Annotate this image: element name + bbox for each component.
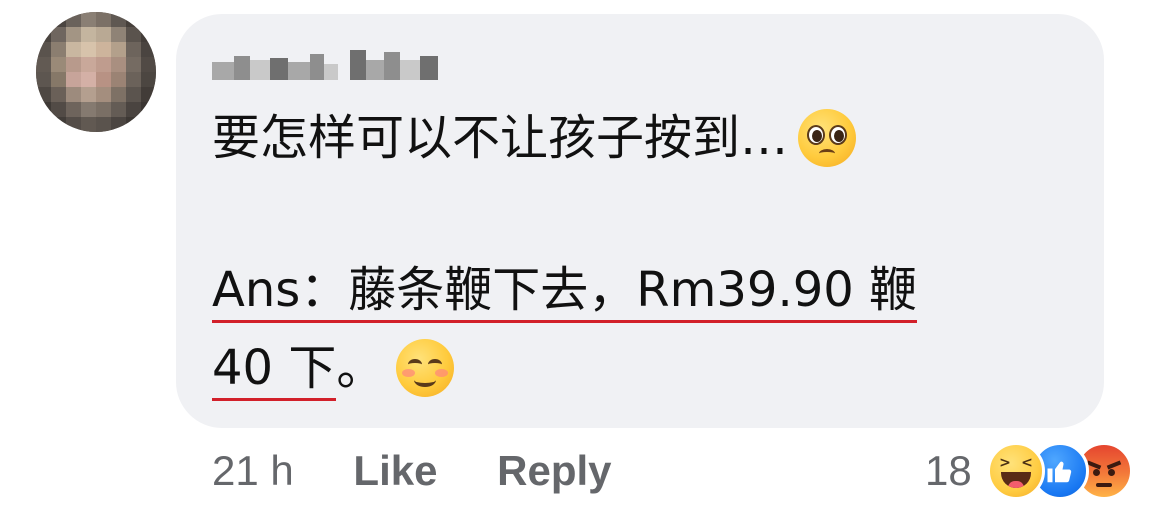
commenter-name-redacted[interactable] [212, 46, 442, 80]
haha-reaction-icon: > < [987, 442, 1045, 500]
comment-line-1: 要怎样可以不让孩子按到… [212, 108, 857, 168]
comment-question-text: 要怎样可以不让孩子按到… [212, 110, 789, 166]
reply-button[interactable]: Reply [497, 447, 611, 494]
comment-line-3: 40 下。 [212, 338, 455, 401]
avatar-pixelated-image [36, 12, 156, 132]
comment-answer-text: Ans：藤条鞭下去，Rm39.90 鞭 [212, 262, 918, 323]
smiling-face-emoji [396, 339, 455, 397]
comment-line-2: Ans：藤条鞭下去，Rm39.90 鞭 [212, 260, 918, 323]
comment-screen: 要怎样可以不让孩子按到… Ans：藤条鞭下去，Rm39.90 鞭 40 下。 2… [0, 0, 1170, 509]
reaction-count: 18 [925, 447, 972, 494]
commenter-avatar[interactable] [36, 12, 156, 132]
comment-timestamp[interactable]: 21 h [212, 447, 294, 494]
pleading-face-emoji [798, 109, 857, 167]
comment-period: 。 [336, 340, 385, 396]
comment-answer-text-continued: 40 下 [212, 340, 337, 401]
comment-actions: 21 h Like Reply [212, 446, 612, 496]
like-button[interactable]: Like [353, 447, 437, 494]
